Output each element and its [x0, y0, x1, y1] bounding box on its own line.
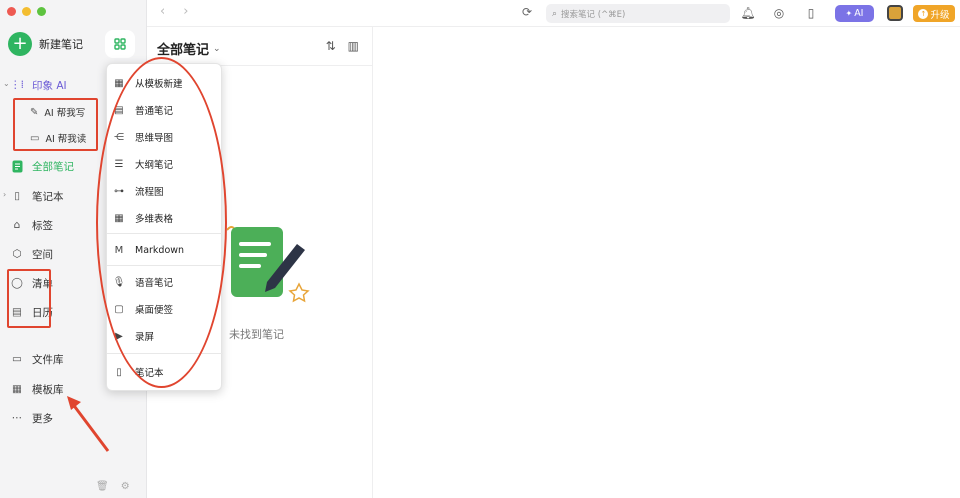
apps-grid-icon	[114, 38, 126, 50]
upgrade-button[interactable]: ↑ 升级	[913, 5, 955, 22]
sidebar-item-spaces[interactable]: ⬡ 空间	[10, 243, 53, 265]
empty-note-illustration-icon	[227, 226, 310, 303]
tag-icon: ⌂	[13, 219, 21, 231]
forward-arrow-icon[interactable]: ›	[183, 4, 188, 19]
empty-state-text: 未找到笔记	[229, 328, 284, 341]
trash-icon[interactable]: 🗑	[96, 481, 109, 492]
sidebar-item-all-notes[interactable]: 全部笔记	[10, 155, 74, 177]
avatar[interactable]	[887, 5, 903, 21]
more-icon: ⋯	[11, 412, 23, 424]
annotation-box-ai	[13, 98, 98, 151]
sidebar-item-label: 笔记本	[32, 190, 64, 203]
sidebar-item-label: 全部笔记	[32, 160, 74, 173]
ai-button[interactable]: ✦ AI	[835, 5, 874, 22]
sidebar-footer: 🗑 ⚙	[96, 481, 130, 492]
sidebar-item-more[interactable]: ⋯ 更多	[10, 407, 53, 429]
sidebar-item-ai[interactable]: ⋮⁞ 印象 AI	[10, 74, 67, 96]
page-title: 全部笔记	[157, 43, 210, 58]
back-arrow-icon[interactable]: ‹	[160, 4, 165, 19]
close-window-button[interactable]	[7, 7, 16, 16]
annotation-arrow-icon	[67, 396, 110, 452]
notebook-icon: ▯	[116, 366, 122, 378]
chevron-down-icon[interactable]: ⌄	[3, 79, 10, 88]
cube-icon: ⬡	[12, 248, 22, 260]
sidebar-item-label: 文件库	[32, 353, 64, 366]
sidebar-item-files[interactable]: ▭ 文件库	[10, 348, 64, 370]
sort-icon[interactable]: ⇅	[326, 39, 336, 53]
top-toolbar: ‹ › ⟳ ⌕ 搜索笔记 (^⌘E) 🔔︎ ◎ ▯ ✦ AI ↑ 升级	[147, 0, 960, 27]
sidebar-item-templates[interactable]: ▦ 模板库	[10, 378, 64, 400]
ai-sparkle-icon: ⋮⁞	[10, 79, 24, 91]
search-input[interactable]: ⌕ 搜索笔记 (^⌘E)	[546, 4, 730, 23]
bell-icon[interactable]: 🔔︎	[740, 5, 756, 21]
mobile-icon[interactable]: ▯	[803, 5, 819, 21]
notebook-icon: ▯	[14, 190, 20, 202]
annotation-ellipse	[96, 57, 227, 388]
sparkle-icon: ✦	[845, 9, 853, 18]
chevron-right-icon[interactable]: ›	[3, 190, 6, 199]
ai-button-label: AI	[854, 8, 864, 19]
template-icon: ▦	[12, 383, 22, 395]
search-placeholder: 搜索笔记 (^⌘E)	[561, 9, 626, 20]
view-toggle-icon[interactable]: ▥	[348, 39, 359, 53]
window-controls	[7, 7, 46, 16]
sidebar-item-tags[interactable]: ⌂ 标签	[10, 214, 53, 236]
app-window: + 新建笔记 ⌄ ⋮⁞ 印象 AI ✎ AI 帮我写 ▭ AI 帮我读 全部笔记…	[0, 0, 960, 498]
list-title-dropdown[interactable]: 全部笔记 ⌄	[157, 39, 221, 58]
history-nav: ‹ ›	[160, 4, 188, 19]
settings-icon[interactable]: ⚙	[121, 481, 130, 492]
sidebar-item-label: 更多	[32, 412, 53, 425]
new-note-type-button[interactable]	[105, 30, 135, 58]
folder-icon: ▭	[12, 353, 22, 365]
target-icon[interactable]: ◎	[771, 5, 787, 21]
sidebar-item-label: 标签	[32, 219, 53, 232]
plus-icon: +	[8, 32, 32, 56]
new-note-button[interactable]: + 新建笔记	[8, 30, 97, 58]
note-icon	[10, 159, 24, 173]
minimize-window-button[interactable]	[22, 7, 31, 16]
maximize-window-button[interactable]	[37, 7, 46, 16]
sidebar-item-label: 印象 AI	[32, 79, 67, 92]
sync-icon[interactable]: ⟳	[522, 5, 532, 19]
chevron-down-icon: ⌄	[213, 43, 221, 54]
sidebar-item-notebooks[interactable]: ▯ 笔记本	[10, 185, 64, 207]
list-tools: ⇅ ▥	[326, 39, 359, 53]
search-icon: ⌕	[552, 8, 558, 19]
upgrade-arrow-icon: ↑	[918, 8, 929, 19]
sidebar-item-label: 空间	[32, 248, 53, 261]
sidebar-item-label: 模板库	[32, 383, 64, 396]
new-note-label: 新建笔记	[39, 38, 83, 51]
upgrade-label: 升级	[930, 9, 950, 21]
annotation-box-list	[7, 269, 51, 328]
